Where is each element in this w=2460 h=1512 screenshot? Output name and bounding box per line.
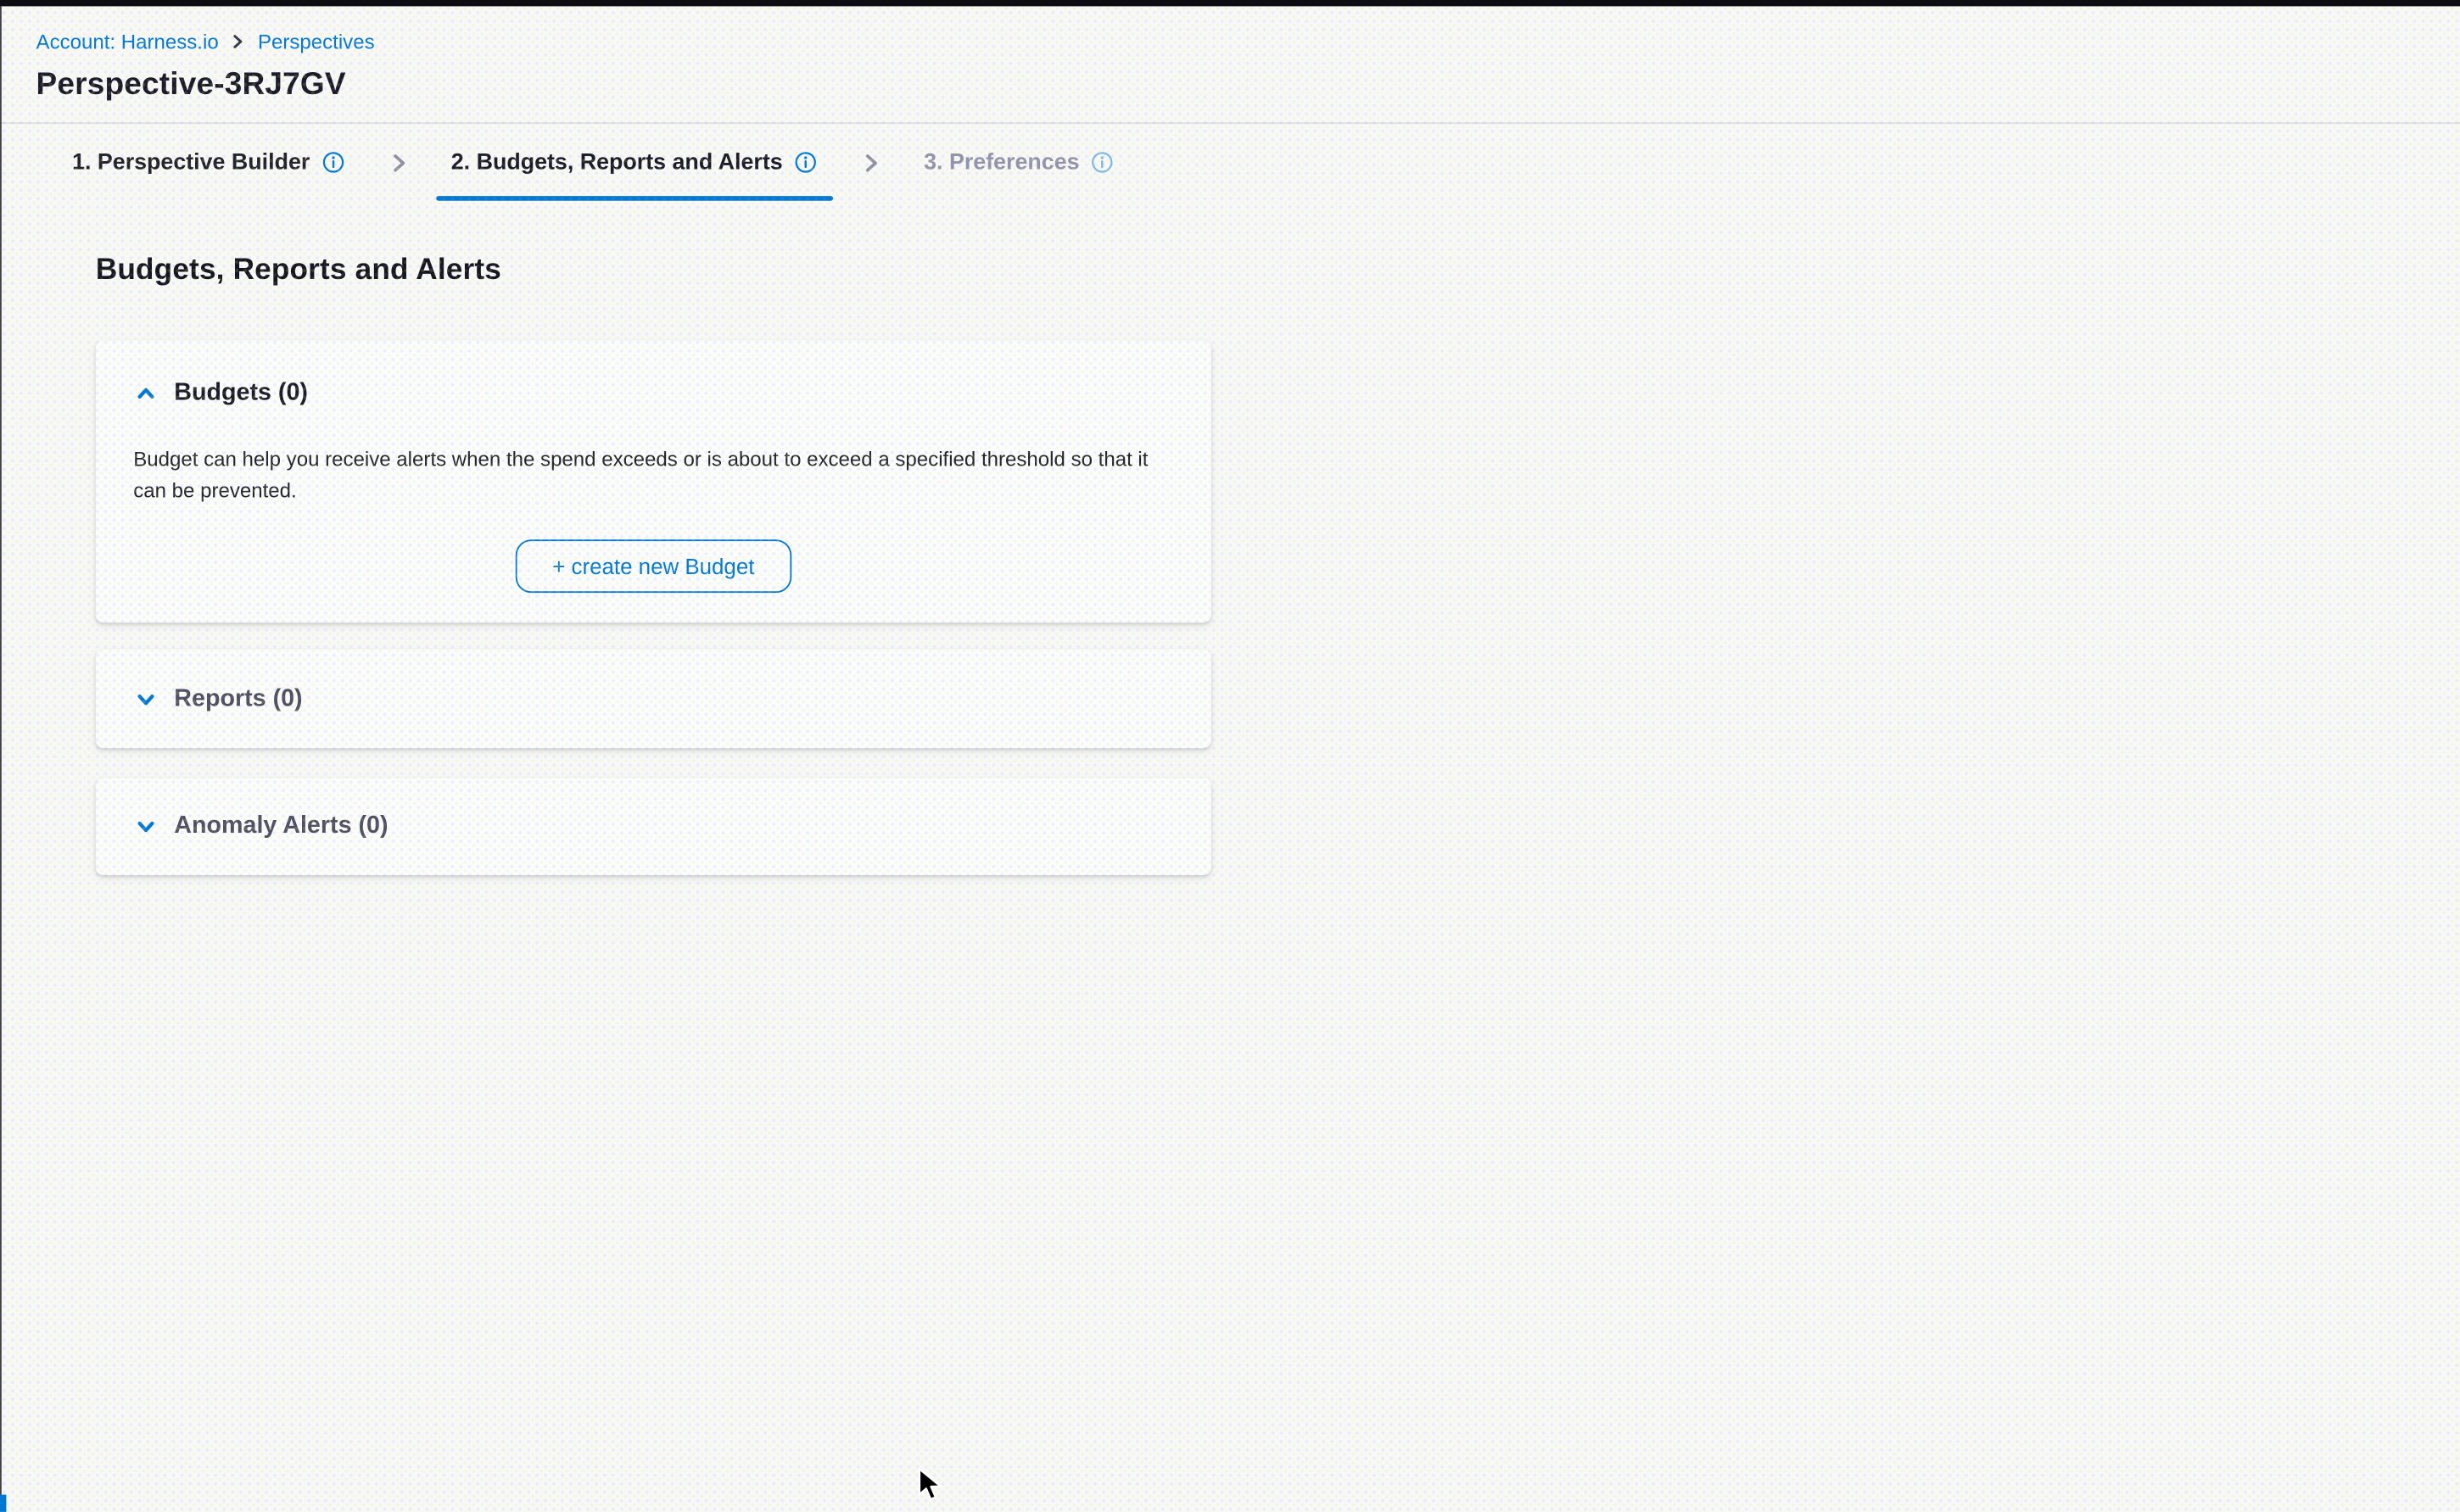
perspective-wizard-page: Account: Harness.io Perspectives Perspec… bbox=[0, 0, 2460, 1512]
anomaly-alerts-card-toggle[interactable]: Anomaly Alerts (0) bbox=[135, 778, 388, 875]
window-edge-bottom-left-accent bbox=[0, 1495, 6, 1512]
tab-preferences[interactable]: 3. Preferences bbox=[909, 124, 1130, 201]
budgets-card-toggle[interactable]: Budgets (0) bbox=[135, 375, 308, 412]
page-title: Perspective-3RJ7GV bbox=[36, 68, 346, 104]
anomaly-alerts-card-title: Anomaly Alerts (0) bbox=[174, 812, 388, 840]
anomaly-alerts-card: Anomaly Alerts (0) bbox=[96, 778, 1211, 875]
mouse-cursor bbox=[916, 1466, 944, 1510]
breadcrumb-account-link[interactable]: Account: Harness.io bbox=[36, 30, 219, 53]
wizard-steps: 1. Perspective Builder 2. Budgets, Repor… bbox=[57, 124, 1130, 201]
page-header: Account: Harness.io Perspectives Perspec… bbox=[0, 6, 2460, 124]
budgets-card: Budgets (0) Budget can help you receive … bbox=[96, 340, 1211, 622]
info-icon[interactable] bbox=[321, 151, 344, 175]
section-heading: Budgets, Reports and Alerts bbox=[96, 254, 501, 288]
chevron-down-icon bbox=[135, 816, 157, 838]
breadcrumb-chevron-icon bbox=[232, 35, 246, 49]
chevron-up-icon bbox=[135, 382, 157, 405]
reports-card-toggle[interactable]: Reports (0) bbox=[135, 650, 303, 749]
step-separator-chevron-icon bbox=[389, 153, 407, 171]
breadcrumb-perspectives-link[interactable]: Perspectives bbox=[258, 30, 375, 53]
create-new-budget-button[interactable]: + create new Budget bbox=[515, 539, 792, 593]
breadcrumb: Account: Harness.io Perspectives bbox=[36, 30, 375, 53]
tab-budgets-reports-alerts-label: 2. Budgets, Reports and Alerts bbox=[451, 150, 783, 176]
window-edge-left bbox=[0, 6, 2, 1494]
budgets-card-title: Budgets (0) bbox=[174, 380, 308, 408]
info-icon[interactable] bbox=[794, 151, 818, 175]
reports-card-title: Reports (0) bbox=[174, 684, 302, 712]
info-icon[interactable] bbox=[1090, 151, 1114, 175]
step-separator-chevron-icon bbox=[861, 153, 880, 171]
window-edge-top bbox=[0, 0, 2460, 6]
tab-preferences-label: 3. Preferences bbox=[924, 150, 1079, 176]
tab-perspective-builder-label: 1. Perspective Builder bbox=[72, 150, 310, 176]
tab-budgets-reports-alerts[interactable]: 2. Budgets, Reports and Alerts bbox=[435, 124, 833, 201]
chevron-down-icon bbox=[135, 688, 157, 710]
reports-card: Reports (0) bbox=[96, 650, 1211, 749]
tab-perspective-builder[interactable]: 1. Perspective Builder bbox=[57, 124, 361, 201]
budgets-description: Budget can help you receive alerts when … bbox=[133, 444, 1162, 505]
